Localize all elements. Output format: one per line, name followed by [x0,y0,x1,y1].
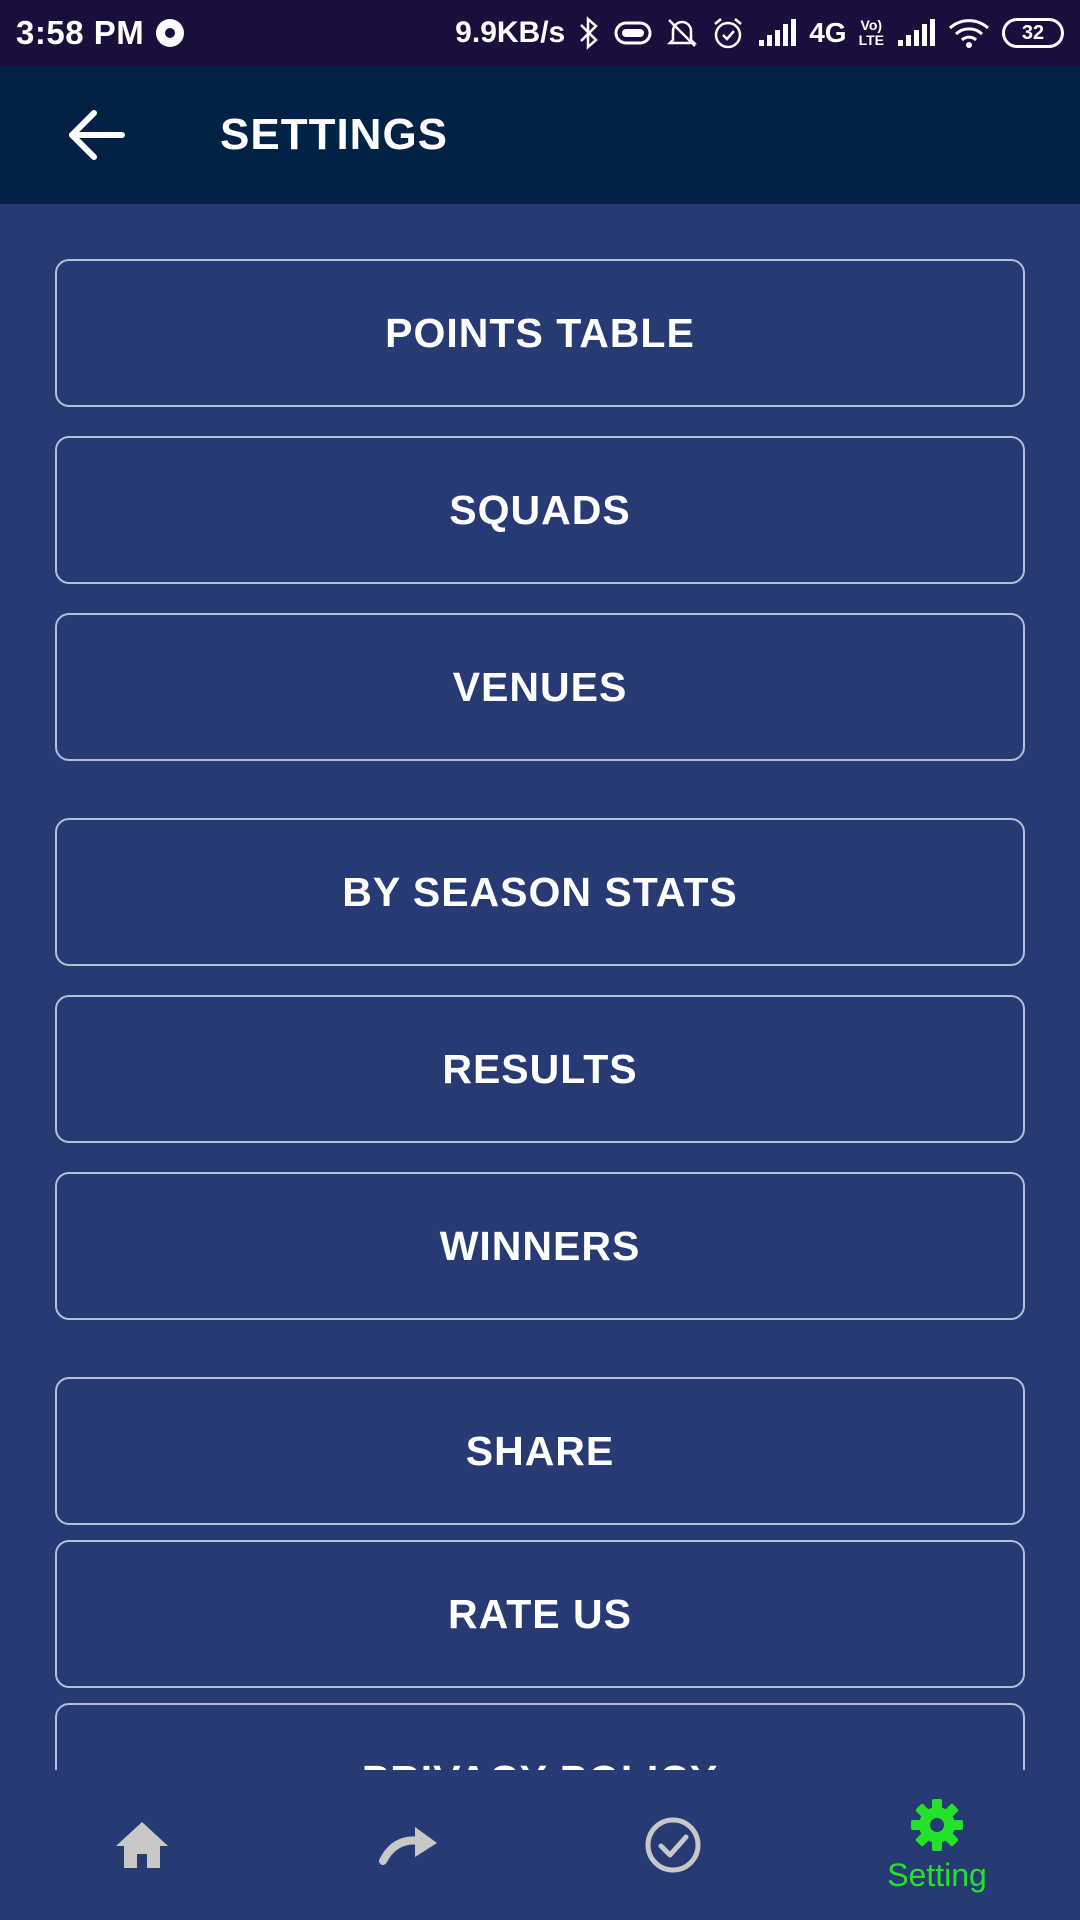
signal-strength-2-icon [896,18,936,48]
vibrate-icon [613,19,653,47]
results-button[interactable]: RESULTS [55,995,1025,1143]
status-time: 3:58 PM [16,14,145,51]
arrow-left-icon [69,110,125,160]
share-button[interactable]: SHARE [55,1377,1025,1525]
media-notification-icon [156,19,185,47]
points-table-button[interactable]: POINTS TABLE [55,259,1025,407]
by-season-stats-button[interactable]: BY SEASON STATS [55,818,1025,966]
privacy-policy-button[interactable]: PRIVACY POLICY [55,1703,1025,1770]
rate-us-button[interactable]: RATE US [55,1540,1025,1688]
status-right: 9.9KB/s 4G Vo) LTE 32 [455,16,1064,50]
venues-button[interactable]: VENUES [55,613,1025,761]
settings-menu: POINTS TABLE SQUADS VENUES BY SEASON STA… [0,204,1080,1770]
wifi-icon [948,17,990,49]
nav-redo[interactable] [323,1770,493,1920]
back-button[interactable] [56,95,136,175]
gear-icon [911,1798,963,1851]
check-circle-icon [645,1817,701,1873]
network-type: 4G [809,17,847,48]
squads-button[interactable]: SQUADS [55,436,1025,584]
redo-arrow-icon [379,1827,437,1865]
muted-bell-icon [665,16,699,50]
volte-top: Vo) [860,17,883,33]
nav-setting-label: Setting [887,1856,987,1893]
volte-bottom: LTE [858,32,884,48]
app-bar: SETTINGS [0,66,1080,204]
page-title: SETTINGS [220,110,449,159]
nav-setting[interactable]: Setting [852,1770,1022,1920]
alarm-icon [711,16,745,50]
status-left: 3:58 PM [16,14,185,52]
status-bar: 3:58 PM 9.9KB/s 4G Vo) LTE 32 [0,0,1080,66]
home-icon [116,1822,168,1868]
nav-home[interactable] [57,1770,227,1920]
winners-button[interactable]: WINNERS [55,1172,1025,1320]
volte-indicator: Vo) LTE [859,18,884,48]
bluetooth-icon [577,16,601,50]
signal-strength-icon [757,18,797,48]
bottom-navigation: Setting [0,1770,1080,1920]
battery-indicator: 32 [1002,18,1064,48]
network-speed: 9.9KB/s [455,16,566,49]
nav-check[interactable] [588,1770,758,1920]
